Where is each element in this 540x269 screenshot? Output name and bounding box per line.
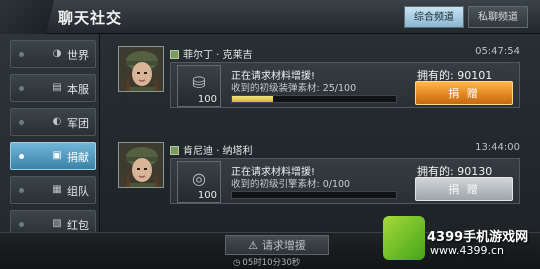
sender-name-row: 菲尔丁 · 克莱吉: [170, 46, 253, 61]
chat-social-panel: 聊天社交 综合频道 私聊频道 ◑ 世界 ▤ 本服 ◐ 军团 ▣ 捐献 ▦ 组队: [0, 0, 540, 269]
red-packet-icon: ▧: [52, 218, 62, 229]
title-decoration: [0, 0, 54, 34]
request-button-label: 请求增援: [261, 239, 306, 252]
item-quantity: 100: [197, 190, 217, 201]
cooldown-timer: ◷ 05时10分30秒: [233, 256, 300, 268]
sidebar-item-label: 本服: [67, 83, 89, 96]
indicator-dot: [19, 120, 24, 125]
rank-icon: [170, 50, 179, 59]
warning-icon: ⚠: [248, 239, 258, 252]
received-text: 收到的初级引擎素材: 0/100: [231, 179, 351, 190]
team-icon: ▦: [52, 184, 62, 195]
indicator-dot: [19, 52, 24, 57]
sidebar-item-legion[interactable]: ◐ 军团: [10, 108, 96, 136]
rank-icon: [170, 146, 179, 155]
donate-icon: ▣: [52, 150, 62, 161]
sender-name[interactable]: 菲尔丁 · 克莱吉: [183, 50, 253, 61]
request-card: ⛁ 100 正在请求材料增援! 收到的初级装弹素材: 25/100 拥有的: 9…: [170, 62, 520, 108]
indicator-dot: [19, 188, 24, 193]
material-item: ◎ 100: [177, 161, 221, 203]
engine-turbine-icon: ◎: [192, 169, 206, 188]
watermark-logo: [383, 216, 425, 260]
sidebar-item-label: 捐献: [67, 151, 89, 164]
header-bar: 聊天社交 综合频道 私聊频道: [0, 0, 540, 34]
avatar[interactable]: [118, 46, 164, 92]
watermark-site-name: 4399手机游戏网: [427, 230, 529, 245]
channel-sidebar: ◑ 世界 ▤ 本服 ◐ 军团 ▣ 捐献 ▦ 组队 ▧ 红包: [0, 34, 100, 244]
server-icon: ▤: [52, 82, 62, 93]
donation-request-message: 菲尔丁 · 克莱吉 05:47:54 ⛁ 100 正在请求材料增援! 收到的初级…: [112, 36, 524, 116]
sidebar-item-donate[interactable]: ▣ 捐献: [10, 142, 96, 170]
item-quantity: 100: [197, 94, 217, 105]
tab-private-channel[interactable]: 私聊频道: [468, 6, 528, 28]
ammo-loader-icon: ⛁: [192, 73, 206, 92]
donation-request-message: 肯尼迪 · 纳塔利 13:44:00 ◎ 100 正在请求材料增援! 收到的初级…: [112, 132, 524, 212]
received-text: 收到的初级装弹素材: 25/100: [231, 83, 357, 94]
request-card: ◎ 100 正在请求材料增援! 收到的初级引擎素材: 0/100 拥有的: 90…: [170, 158, 520, 204]
material-item: ⛁ 100: [177, 65, 221, 107]
donate-button[interactable]: 捐 赠: [415, 81, 513, 105]
legion-icon: ◐: [52, 116, 62, 127]
avatar[interactable]: [118, 142, 164, 188]
page-title: 聊天社交: [58, 9, 123, 27]
sidebar-item-server[interactable]: ▤ 本服: [10, 74, 96, 102]
sidebar-item-label: 世界: [67, 49, 89, 62]
message-time: 13:44:00: [475, 142, 520, 153]
donation-progress-bar: [231, 191, 397, 199]
indicator-dot: [19, 154, 24, 159]
progress-fill: [232, 96, 273, 102]
sidebar-item-team[interactable]: ▦ 组队: [10, 176, 96, 204]
donation-progress-bar: [231, 95, 397, 103]
indicator-dot: [19, 222, 24, 227]
clock-icon: ◷: [233, 258, 241, 268]
tab-global-channel[interactable]: 综合频道: [404, 6, 464, 28]
sidebar-item-label: 组队: [67, 185, 89, 198]
globe-icon: ◑: [52, 48, 62, 59]
indicator-dot: [19, 86, 24, 91]
watermark-url: www.4399.cn: [430, 244, 504, 257]
cooldown-text: 05时10分30秒: [242, 258, 301, 268]
sidebar-item-label: 军团: [67, 117, 89, 130]
message-time: 05:47:54: [475, 46, 520, 57]
sender-name[interactable]: 肯尼迪 · 纳塔利: [183, 146, 253, 157]
sender-name-row: 肯尼迪 · 纳塔利: [170, 142, 253, 157]
sidebar-item-label: 红包: [67, 219, 89, 232]
request-reinforcement-button[interactable]: ⚠ 请求增援: [225, 235, 329, 255]
sidebar-item-world[interactable]: ◑ 世界: [10, 40, 96, 68]
donate-button[interactable]: 捐 赠: [415, 177, 513, 201]
